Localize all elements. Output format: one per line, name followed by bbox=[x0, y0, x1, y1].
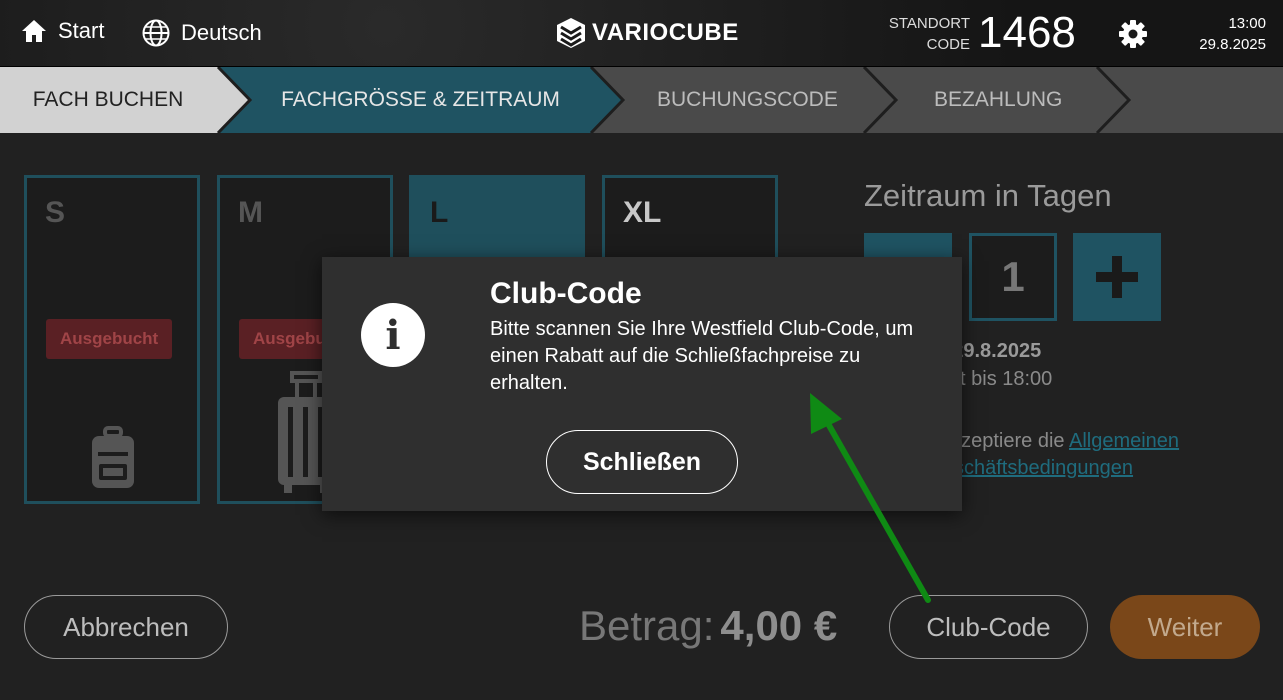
standort-label-line2: CODE bbox=[926, 36, 970, 53]
gear-icon bbox=[1119, 20, 1147, 48]
booked-badge: Ausgebucht bbox=[46, 319, 173, 359]
cancel-button[interactable]: Abbrechen bbox=[24, 595, 228, 659]
header-bar: Start Deutsch VARIOCUBE STANDORT CODE 14… bbox=[0, 0, 1283, 67]
standort-label: STANDORT CODE bbox=[886, 13, 970, 55]
clock: 13:00 29.8.2025 bbox=[1180, 13, 1266, 55]
step-bezahlung[interactable]: BEZAHLUNG bbox=[934, 88, 1062, 112]
info-icon: i bbox=[361, 303, 425, 367]
language-label: Deutsch bbox=[181, 20, 262, 45]
standort-code: 1468 bbox=[978, 8, 1076, 57]
step-buchungscode[interactable]: BUCHUNGSCODE bbox=[657, 88, 838, 112]
size-label: M bbox=[238, 196, 263, 229]
start-button[interactable]: Start bbox=[20, 18, 104, 44]
home-icon bbox=[22, 20, 46, 42]
size-card-s[interactable]: S Ausgebucht bbox=[24, 175, 200, 504]
progress-steps: FACH BUCHEN FACHGRÖSSE & ZEITRAUM BUCHUN… bbox=[0, 67, 1283, 133]
language-button[interactable]: Deutsch bbox=[141, 18, 262, 48]
terms-text: akzeptiere die Allgemeinen schäftsbeding… bbox=[940, 428, 1230, 482]
step-separator-icon bbox=[216, 67, 1132, 133]
brand-logo: VARIOCUBE bbox=[556, 17, 739, 49]
clock-date: 29.8.2025 bbox=[1199, 36, 1266, 53]
club-code-dialog: i Club-Code Bitte scannen Sie Ihre Westf… bbox=[322, 257, 962, 511]
amount-label: Betrag: bbox=[579, 602, 715, 649]
plus-icon bbox=[1096, 256, 1138, 298]
next-button[interactable]: Weiter bbox=[1110, 595, 1260, 659]
dialog-text: Bitte scannen Sie Ihre Westfield Club-Co… bbox=[490, 318, 914, 394]
settings-button[interactable] bbox=[1117, 18, 1149, 55]
period-title: Zeitraum in Tagen bbox=[864, 178, 1112, 213]
size-label: XL bbox=[623, 196, 662, 229]
amount: Betrag: 4,00 € bbox=[579, 602, 837, 650]
clock-time: 13:00 bbox=[1228, 15, 1266, 32]
club-code-button[interactable]: Club-Code bbox=[889, 595, 1088, 659]
start-label: Start bbox=[58, 18, 105, 43]
dialog-title: Club-Code bbox=[490, 277, 642, 310]
backpack-icon bbox=[92, 426, 134, 488]
amount-value: 4,00 € bbox=[720, 602, 838, 649]
terms-link-cont[interactable]: schäftsbedingungen bbox=[954, 457, 1133, 479]
standort-label-line1: STANDORT bbox=[888, 15, 970, 32]
variocube-logo-icon bbox=[557, 18, 585, 48]
days-value: 1 bbox=[969, 233, 1057, 321]
brand-name: VARIOCUBE bbox=[592, 19, 739, 46]
close-button[interactable]: Schließen bbox=[546, 430, 738, 494]
globe-icon bbox=[142, 19, 170, 47]
increase-days-button[interactable] bbox=[1073, 233, 1161, 321]
size-label: S bbox=[45, 196, 66, 229]
size-label: L bbox=[430, 196, 449, 229]
terms-link[interactable]: Allgemeinen bbox=[1069, 430, 1179, 452]
